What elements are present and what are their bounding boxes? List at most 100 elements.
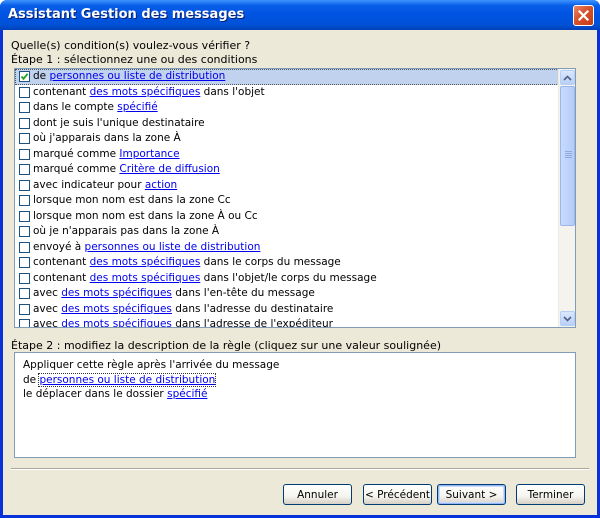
scroll-up-button[interactable] bbox=[560, 70, 575, 85]
condition-text: marqué comme bbox=[33, 147, 120, 160]
conditions-list[interactable]: de personnes ou liste de distribution con… bbox=[14, 68, 576, 328]
rule-description: Appliquer cette règle après l'arrivée du… bbox=[14, 352, 576, 458]
condition-link[interactable]: des mots spécifiques bbox=[61, 303, 172, 315]
chevron-up-icon bbox=[563, 74, 572, 81]
condition-text: lorsque mon nom est dans la zone À ou Cc bbox=[33, 209, 258, 222]
condition-row[interactable]: lorsque mon nom est dans la zone À ou Cc bbox=[15, 209, 559, 225]
desc-line-2-prefix: de bbox=[23, 373, 40, 386]
desc-line-2: de personnes ou liste de distribution bbox=[23, 372, 567, 388]
condition-row[interactable]: contenant des mots spécifiques dans l'ob… bbox=[15, 85, 559, 101]
condition-text: avec bbox=[33, 302, 62, 315]
condition-text: contenant bbox=[33, 85, 90, 98]
desc-line-3: le déplacer dans le dossier spécifié bbox=[23, 387, 567, 402]
close-icon bbox=[578, 10, 589, 21]
scroll-down-button[interactable] bbox=[560, 311, 575, 326]
condition-text: dans l'en-tête du message bbox=[171, 287, 315, 299]
condition-text: lorsque mon nom est dans la zone Cc bbox=[33, 194, 231, 206]
condition-link[interactable]: des mots spécifiques bbox=[61, 287, 172, 299]
condition-checkbox[interactable] bbox=[19, 148, 30, 160]
condition-row[interactable]: avec des mots spécifiques dans l'adresse… bbox=[15, 317, 559, 328]
condition-checkbox[interactable] bbox=[19, 303, 30, 315]
condition-checkbox[interactable] bbox=[19, 102, 30, 113]
condition-row[interactable]: marqué comme Critère de diffusion bbox=[15, 162, 559, 178]
dialog-body: Quelle(s) condition(s) voulez-vous vérif… bbox=[3, 30, 597, 515]
condition-link[interactable]: des mots spécifiques bbox=[90, 86, 201, 98]
close-button[interactable] bbox=[573, 5, 594, 26]
sender-link[interactable]: personnes ou liste de distribution bbox=[38, 372, 217, 387]
cancel-button[interactable]: Annuler bbox=[283, 484, 352, 505]
desc-line-1: Appliquer cette règle après l'arrivée du… bbox=[23, 359, 280, 371]
condition-link[interactable]: personnes ou liste de distribution bbox=[49, 70, 225, 82]
condition-checkbox[interactable] bbox=[19, 164, 30, 175]
condition-text: où je n'apparais pas dans la zone À bbox=[33, 225, 220, 237]
condition-checkbox[interactable] bbox=[19, 226, 30, 237]
condition-text: dans l'objet/le corps du message bbox=[200, 271, 377, 284]
condition-checkbox[interactable] bbox=[19, 257, 30, 268]
condition-link[interactable]: personnes ou liste de distribution bbox=[85, 241, 261, 253]
condition-checkbox[interactable] bbox=[19, 133, 30, 144]
condition-text: dans l'adresse du destinataire bbox=[171, 302, 334, 315]
condition-row[interactable]: lorsque mon nom est dans la zone Cc bbox=[15, 193, 559, 209]
condition-text: marqué comme bbox=[33, 163, 120, 175]
condition-link[interactable]: Critère de diffusion bbox=[119, 163, 219, 175]
condition-checkbox[interactable] bbox=[19, 210, 30, 222]
condition-text: dans le corps du message bbox=[200, 256, 341, 268]
conditions-rows: de personnes ou liste de distribution con… bbox=[15, 69, 559, 328]
condition-link[interactable]: des mots spécifiques bbox=[90, 272, 201, 284]
condition-link[interactable]: spécifié bbox=[117, 101, 157, 113]
condition-row[interactable]: dans le compte spécifié bbox=[15, 100, 559, 116]
condition-text: dans le compte bbox=[33, 101, 118, 113]
window-title: Assistant Gestion des messages bbox=[8, 7, 245, 22]
condition-text: dont je suis l'unique destinataire bbox=[33, 116, 205, 129]
conditions-question: Quelle(s) condition(s) voulez-vous vérif… bbox=[11, 39, 251, 52]
desc-line-3-prefix: le déplacer dans le dossier bbox=[23, 388, 168, 400]
condition-text: contenant bbox=[33, 256, 90, 268]
condition-link[interactable]: Importance bbox=[119, 148, 179, 160]
condition-row[interactable]: dont je suis l'unique destinataire bbox=[15, 116, 559, 132]
condition-text: contenant bbox=[33, 271, 90, 284]
previous-button[interactable]: < Précédent bbox=[363, 484, 432, 505]
condition-row[interactable]: marqué comme Importance bbox=[15, 147, 559, 163]
condition-checkbox[interactable] bbox=[19, 117, 30, 129]
condition-checkbox[interactable] bbox=[19, 71, 30, 82]
grip-line bbox=[565, 153, 572, 154]
scroll-thumb[interactable] bbox=[560, 86, 575, 226]
condition-row[interactable]: contenant des mots spécifiques dans l'ob… bbox=[15, 271, 559, 287]
condition-text: avec bbox=[33, 318, 62, 328]
condition-checkbox[interactable] bbox=[19, 288, 30, 299]
condition-text: envoyé à bbox=[33, 240, 85, 253]
condition-checkbox[interactable] bbox=[19, 319, 30, 327]
condition-row[interactable]: contenant des mots spécifiques dans le c… bbox=[15, 255, 559, 271]
condition-text: dans l'objet bbox=[200, 85, 265, 98]
condition-row[interactable]: où j'apparais dans la zone À bbox=[15, 131, 559, 147]
condition-row[interactable]: avec des mots spécifiques dans l'adresse… bbox=[15, 302, 559, 318]
condition-row[interactable]: avec indicateur pour action bbox=[15, 178, 559, 194]
condition-text: dans l'adresse de l'expéditeur bbox=[171, 318, 333, 328]
condition-row[interactable]: où je n'apparais pas dans la zone À bbox=[15, 224, 559, 240]
grip-line bbox=[565, 155, 572, 156]
condition-row[interactable]: de personnes ou liste de distribution bbox=[15, 69, 559, 85]
condition-text: où j'apparais dans la zone À bbox=[33, 132, 181, 144]
condition-checkbox[interactable] bbox=[19, 195, 30, 206]
condition-checkbox[interactable] bbox=[19, 241, 30, 253]
separator bbox=[11, 468, 589, 470]
condition-checkbox[interactable] bbox=[19, 179, 30, 191]
conditions-scrollbar[interactable] bbox=[558, 69, 575, 327]
condition-link[interactable]: des mots spécifiques bbox=[61, 318, 172, 327]
condition-text: avec indicateur pour bbox=[33, 178, 145, 191]
condition-row[interactable]: avec des mots spécifiques dans l'en-tête… bbox=[15, 286, 559, 302]
condition-row[interactable]: envoyé à personnes ou liste de distribut… bbox=[15, 240, 559, 256]
condition-link[interactable]: action bbox=[145, 179, 177, 191]
condition-checkbox[interactable] bbox=[19, 86, 30, 98]
step2-label: Étape 2 : modifiez la description de la … bbox=[11, 339, 442, 352]
folder-link[interactable]: spécifié bbox=[167, 388, 207, 400]
grip-line bbox=[565, 157, 572, 158]
title-bar[interactable]: Assistant Gestion des messages bbox=[0, 0, 600, 30]
wizard-window: Assistant Gestion des messages Quelle(s)… bbox=[0, 0, 600, 518]
checkmark-icon bbox=[20, 73, 29, 81]
condition-text: avec bbox=[33, 287, 62, 299]
next-button[interactable]: Suivant > bbox=[437, 484, 506, 505]
condition-link[interactable]: des mots spécifiques bbox=[90, 256, 201, 268]
finish-button[interactable]: Terminer bbox=[516, 484, 585, 505]
condition-checkbox[interactable] bbox=[19, 272, 30, 284]
